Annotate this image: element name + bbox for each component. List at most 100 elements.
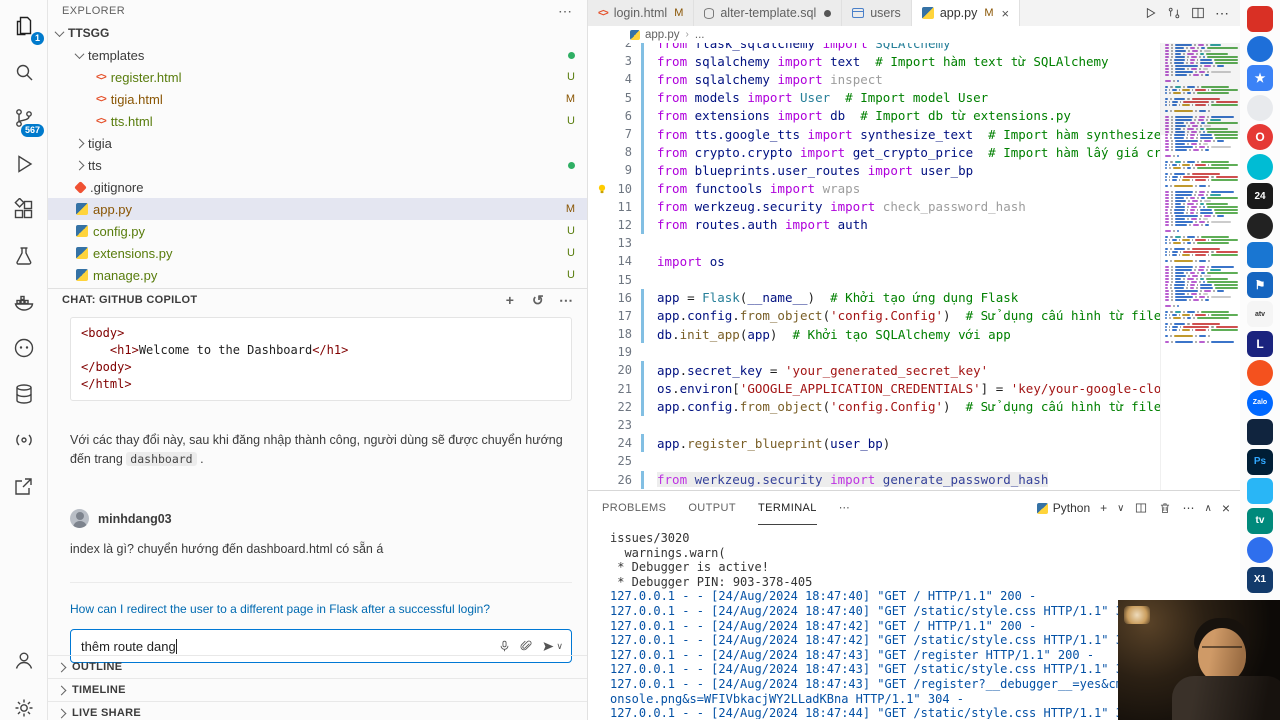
code-line-3[interactable]: 3 from sqlalchemy import text # Import hà… — [588, 52, 1160, 71]
dock-app-atv[interactable]: atv — [1247, 301, 1273, 327]
code-line-16[interactable]: 16 app = Flask(__name__) # Khởi tạo ứng d… — [588, 288, 1160, 307]
tree-item-tts-html[interactable]: <> tts.html U — [48, 110, 587, 132]
code-line-12[interactable]: 12 from routes.auth import auth — [588, 215, 1160, 235]
database-icon[interactable] — [6, 376, 42, 412]
dock-app-browser[interactable] — [1247, 35, 1273, 62]
chat-history-icon[interactable]: ↺ — [530, 292, 546, 309]
docker-icon[interactable] — [6, 284, 42, 320]
code-line-2[interactable]: 2 from flask_sqlalchemy import SQLAlchemy — [588, 43, 1160, 53]
terminal-more-icon[interactable]: ⋯ — [1182, 501, 1194, 515]
dock-app-star[interactable]: ★ — [1247, 65, 1273, 91]
dock-app-o[interactable]: O — [1247, 124, 1273, 150]
code-line-15[interactable]: 15 — [588, 270, 1160, 288]
send-options-chevron-icon[interactable]: ∨ — [556, 641, 563, 652]
attach-icon[interactable] — [515, 635, 537, 657]
close-tab-icon[interactable]: × — [1002, 6, 1010, 21]
code-line-17[interactable]: 17 app.config.from_object('config.Config'… — [588, 306, 1237, 325]
tree-item-templates[interactable]: templates — [48, 44, 587, 66]
chat-more-icon[interactable]: ⋯ — [558, 292, 574, 309]
dock-app-blue2[interactable] — [1247, 537, 1273, 563]
breadcrumb[interactable]: app.py › ... — [588, 26, 1240, 43]
code-line-4[interactable]: 4 from sqlalchemy import inspect — [588, 70, 1160, 89]
tab-app-py[interactable]: app.py M × — [911, 0, 1021, 26]
code-line-13[interactable]: 13 — [588, 234, 1160, 252]
tab-problems[interactable]: PROBLEMS — [602, 491, 666, 525]
close-panel-icon[interactable]: × — [1222, 500, 1230, 516]
minimap-slider[interactable] — [1161, 43, 1240, 135]
dock-app-tv[interactable]: tv — [1247, 507, 1273, 534]
tree-item-tigia-html[interactable]: <> tigia.html M — [48, 88, 587, 110]
tree-item-config-py[interactable]: config.py U — [48, 220, 587, 242]
terminal-tabs-more-icon[interactable]: ⋯ — [839, 491, 850, 525]
section-timeline[interactable]: TIMELINE — [48, 678, 587, 701]
code-line-21[interactable]: 21 os.environ['GOOGLE_APPLICATION_CREDENT… — [588, 379, 1221, 398]
section-live-share[interactable]: LIVE SHARE — [48, 701, 587, 720]
tab-terminal[interactable]: TERMINAL — [757, 491, 817, 525]
editor-more-icon[interactable]: ⋯ — [1210, 2, 1234, 24]
chat-followup-link[interactable]: How can I redirect the user to a differe… — [70, 601, 572, 617]
code-line-7[interactable]: 7 from tts.google_tts import synthesize_t… — [588, 124, 1199, 144]
lightbulb-icon[interactable] — [596, 183, 608, 195]
code-line-26[interactable]: 26 from werkzeug.security import generate… — [588, 470, 1160, 489]
dock-app-red[interactable] — [1247, 6, 1273, 32]
tab-users[interactable]: users — [842, 0, 912, 26]
code-line-10[interactable]: 10 from functools import wraps — [588, 179, 1160, 198]
dock-app-teal[interactable] — [1247, 153, 1273, 180]
dock-app-lightblue[interactable] — [1247, 478, 1273, 504]
dock-app-blue1[interactable] — [1247, 242, 1273, 268]
share-icon[interactable] — [6, 468, 42, 504]
new-terminal-icon[interactable]: + — [1100, 501, 1107, 515]
split-terminal-icon[interactable] — [1134, 501, 1148, 515]
code-line-25[interactable]: 25 — [588, 452, 1160, 470]
dock-app-ps[interactable]: Ps — [1247, 448, 1273, 475]
dock-app-gray[interactable] — [1247, 94, 1273, 121]
terminal-profile[interactable]: Python — [1036, 501, 1090, 515]
extensions-icon[interactable] — [6, 192, 42, 228]
dock-app-zalo[interactable]: Zalo — [1247, 389, 1273, 416]
tree-item-manage-py[interactable]: manage.py U — [48, 264, 587, 286]
code-line-8[interactable]: 8 from crypto.crypto import get_crypto_pr… — [588, 143, 1191, 162]
tree-item-tts[interactable]: tts — [48, 154, 587, 176]
new-chat-icon[interactable]: + — [502, 292, 518, 308]
compare-icon[interactable] — [1162, 2, 1186, 24]
minimap[interactable] — [1160, 43, 1240, 490]
source-control-icon[interactable]: 567 — [6, 100, 44, 137]
code-line-6[interactable]: 6 from extensions import db # Import db t… — [588, 106, 1160, 125]
kill-terminal-icon[interactable] — [1158, 501, 1172, 515]
tree-item-app-py[interactable]: app.py M — [48, 198, 587, 220]
code-line-23[interactable]: 23 — [588, 416, 1160, 434]
testing-icon[interactable] — [6, 238, 42, 274]
mic-icon[interactable] — [493, 635, 515, 657]
explorer-more-icon[interactable]: ⋯ — [558, 3, 573, 20]
settings-gear-icon[interactable] — [6, 690, 42, 720]
account-icon[interactable] — [6, 642, 42, 678]
maximize-panel-icon[interactable]: ∧ — [1204, 503, 1211, 514]
dock-app-navy[interactable] — [1247, 419, 1273, 445]
code-line-14[interactable]: 14 import os — [588, 252, 1160, 270]
code-line-19[interactable]: 19 — [588, 343, 1160, 361]
code-line-9[interactable]: 9 from blueprints.user_routes import user… — [588, 161, 1160, 180]
code-line-11[interactable]: 11 from werkzeug.security import check_pa… — [588, 197, 1160, 216]
tab-login-html[interactable]: <> login.html M — [588, 0, 695, 26]
tab-alter-template-sql[interactable]: alter-template.sql — [694, 0, 843, 26]
run-debug-icon[interactable] — [6, 146, 42, 182]
search-icon[interactable] — [6, 54, 42, 90]
dock-app-l[interactable]: L — [1247, 330, 1273, 357]
code-line-20[interactable]: 20 app.secret_key = 'your_generated_secre… — [588, 361, 1160, 380]
tree-item-extensions-py[interactable]: extensions.py U — [48, 242, 587, 264]
code-line-18[interactable]: 18 db.init_app(app) # Khởi tạo SQLAlchemy… — [588, 325, 1160, 344]
tab-output[interactable]: OUTPUT — [688, 491, 736, 525]
terminal-profile-chevron-icon[interactable]: ∨ — [1117, 503, 1124, 514]
copilot-icon[interactable] — [6, 330, 42, 366]
tree-item-tigia[interactable]: tigia — [48, 132, 587, 154]
code-line-5[interactable]: 5 from models import User # Import model … — [588, 88, 1160, 107]
explorer-icon[interactable]: 1 — [6, 8, 44, 45]
tree-root-ttsgg[interactable]: TTSGG — [48, 22, 587, 44]
code-editor[interactable]: 2 from flask_sqlalchemy import SQLAlchemy… — [588, 43, 1240, 490]
dock-app-24h[interactable]: 24 — [1247, 183, 1273, 209]
dock-app-x1[interactable]: X1 — [1247, 566, 1273, 593]
dock-app-flag[interactable]: ⚑ — [1247, 271, 1273, 298]
tree-item--gitignore[interactable]: .gitignore — [48, 176, 587, 198]
dock-app-dark-circle[interactable] — [1247, 212, 1273, 239]
code-line-22[interactable]: 22 app.config.from_object('config.Config'… — [588, 397, 1237, 416]
